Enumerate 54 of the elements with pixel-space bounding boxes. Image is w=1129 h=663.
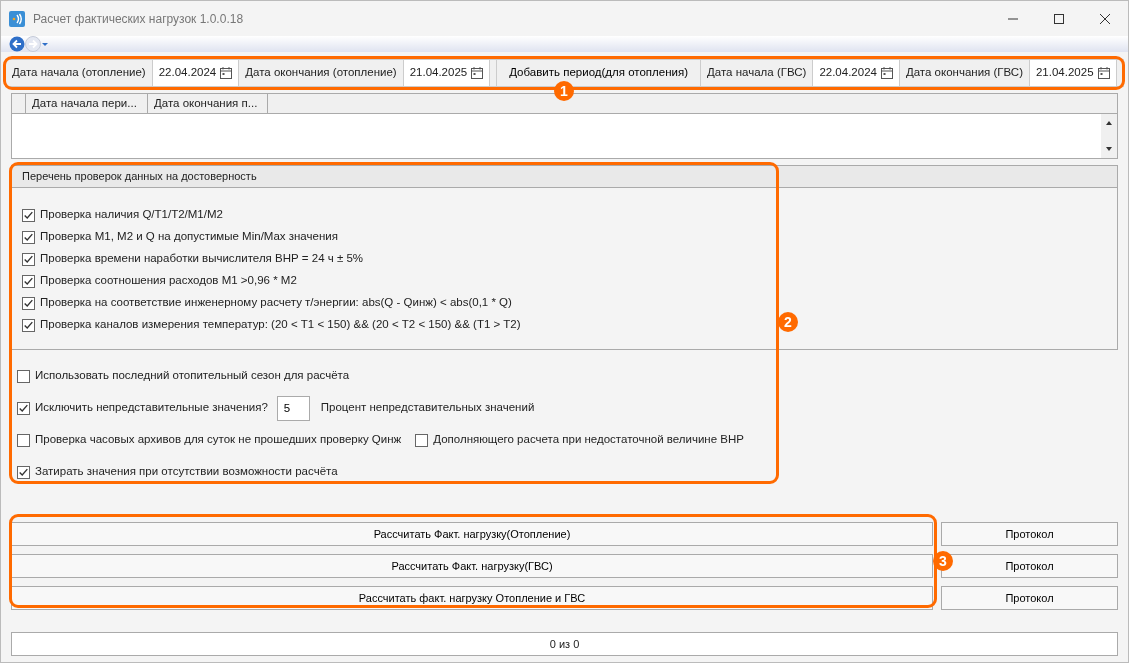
field-label: Дата окончания (ГВС) bbox=[899, 60, 1030, 86]
checkbox-label: Использовать последний отопительный сезон для расчёта bbox=[35, 368, 350, 384]
checkbox-label: Проверка соотношения расходов M1 >0,96 * M2 bbox=[40, 273, 297, 289]
checkbox-label: Проверка на соответствие инженерному расчету т/энергии: abs(Q - Qинж) < abs(0,1 * Q) bbox=[40, 295, 512, 311]
checkbox[interactable] bbox=[17, 433, 30, 447]
checkbox-label: Проверка каналов измерения температур: (20 < T1 < 150) && (20 < T2 < 150) && (T1 > T2) bbox=[40, 317, 521, 333]
checkbox[interactable] bbox=[22, 318, 35, 332]
checkbox[interactable] bbox=[22, 230, 35, 244]
back-icon[interactable] bbox=[9, 36, 25, 52]
scrollbar[interactable] bbox=[1101, 114, 1117, 158]
checkbox[interactable] bbox=[22, 274, 35, 288]
progress-text: 0 из 0 bbox=[549, 636, 580, 652]
calendar-icon[interactable] bbox=[220, 67, 233, 79]
checkbox[interactable] bbox=[17, 369, 30, 383]
date-field[interactable]: 21.04.2025 bbox=[1029, 60, 1117, 86]
field-label: Дата окончания (отопление) bbox=[239, 60, 404, 86]
calendar-icon[interactable] bbox=[1097, 67, 1110, 79]
checkbox-label: Затирать значения при отсутствии возможности расчёта bbox=[35, 464, 338, 480]
date-field[interactable]: 21.04.2025 bbox=[403, 60, 491, 86]
column-header[interactable]: Дата окончания п... bbox=[148, 94, 268, 113]
calculate-button[interactable]: Рассчитать Факт. нагрузку(ГВС) bbox=[11, 554, 933, 578]
add-period-button[interactable]: Добавить период(для отопления) bbox=[496, 60, 702, 86]
checkbox[interactable] bbox=[17, 465, 30, 479]
maximize-icon[interactable] bbox=[1054, 14, 1064, 25]
field-label: Дата начала (отопление) bbox=[6, 60, 153, 86]
checkbox-label: Проверка M1, M2 и Q на допустимые Min/Max значения bbox=[40, 229, 338, 245]
callout-number: 3 bbox=[933, 551, 953, 571]
number-field[interactable]: 5 bbox=[276, 395, 310, 421]
calendar-icon[interactable] bbox=[471, 67, 484, 79]
checkbox[interactable] bbox=[415, 433, 429, 447]
dropdown-caret-icon[interactable] bbox=[41, 41, 49, 47]
close-icon[interactable] bbox=[1100, 14, 1110, 25]
app-icon bbox=[9, 10, 25, 27]
checkbox[interactable] bbox=[22, 296, 35, 310]
checkbox-label: Дополняющего расчета при недостаточной величине ВНР bbox=[433, 432, 744, 448]
date-field[interactable]: 22.04.2024 bbox=[152, 60, 240, 86]
protocol-button[interactable]: Протокол bbox=[941, 586, 1118, 610]
date-field[interactable]: 22.04.2024 bbox=[813, 60, 900, 86]
checkbox-label: Проверка времени наработки вычислителя ВНР = 24 ч ± 5% bbox=[40, 251, 364, 267]
panel-title: Перечень проверок данных на достоверность bbox=[12, 166, 1117, 188]
checkbox[interactable] bbox=[22, 208, 35, 222]
calendar-icon[interactable] bbox=[880, 67, 893, 79]
calculate-button[interactable]: Рассчитать Факт. нагрузку(Отопление) bbox=[11, 522, 933, 546]
field-label: Процент непредставительных значений bbox=[320, 400, 535, 416]
calculate-button[interactable]: Рассчитать факт. нагрузку Отопление и ГВС bbox=[11, 586, 933, 610]
checkbox[interactable] bbox=[17, 401, 30, 415]
checkbox-label: Исключить непредставительные значения? bbox=[35, 400, 268, 416]
checkbox[interactable] bbox=[22, 252, 35, 266]
column-header[interactable]: Дата начала пери... bbox=[26, 94, 148, 113]
window-title: Расчет фактических нагрузок 1.0.0.18 bbox=[33, 10, 244, 28]
callout-number: 2 bbox=[778, 312, 798, 332]
protocol-button[interactable]: Протокол bbox=[941, 522, 1118, 546]
checkbox-label: Проверка часовых архивов для суток не прошедших проверку Qинж bbox=[35, 432, 402, 448]
checkbox-label: Проверка наличия Q/T1/T2/M1/M2 bbox=[40, 207, 223, 223]
